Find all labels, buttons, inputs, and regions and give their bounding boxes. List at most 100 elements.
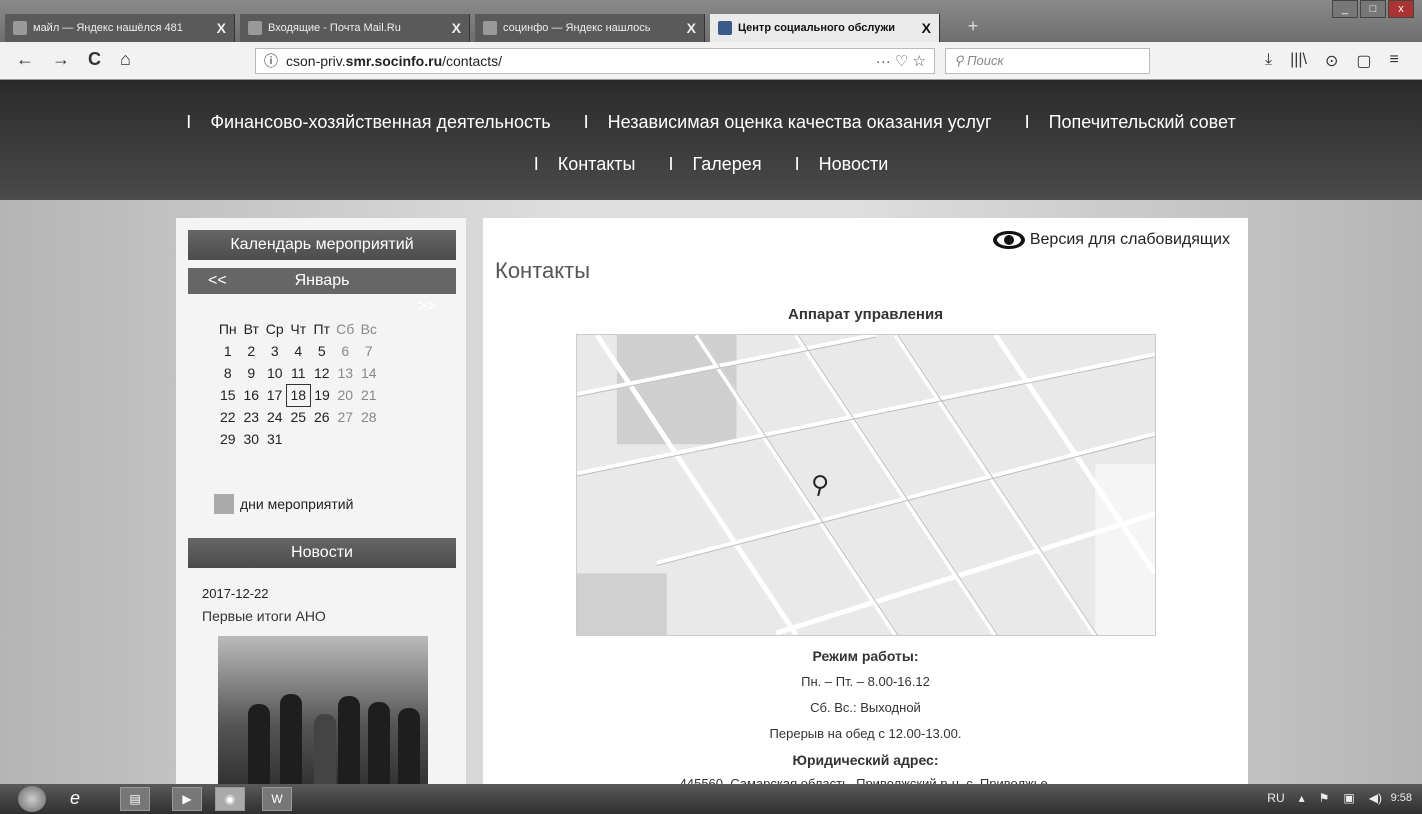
- tab-title: социнфо — Яндекс нашлось: [503, 22, 651, 34]
- calendar-day: [357, 428, 381, 450]
- menu-separator: I: [186, 112, 192, 132]
- menu-label: Контакты: [557, 154, 636, 174]
- search-placeholder: Поиск: [967, 53, 1004, 68]
- network-icon[interactable]: ▣: [1343, 791, 1354, 805]
- ie-icon[interactable]: e: [60, 787, 90, 811]
- downloads-icon[interactable]: ⤓: [1265, 51, 1272, 71]
- page-actions-icon[interactable]: ··· ♡ ☆: [876, 52, 926, 70]
- menu-item-quality[interactable]: I Независимая оценка качества оказания у…: [577, 112, 999, 132]
- calendar-day[interactable]: 5: [310, 340, 334, 362]
- tab-socinfo-search[interactable]: социнфо — Яндекс нашлось X: [475, 14, 705, 42]
- calendar-day[interactable]: 13: [334, 362, 358, 384]
- news-header: Новости: [188, 538, 456, 568]
- calendar-day[interactable]: 7: [357, 340, 381, 362]
- calendar-day[interactable]: 15: [216, 384, 240, 406]
- calendar-day[interactable]: 29: [216, 428, 240, 450]
- calendar-day[interactable]: 22: [216, 406, 240, 428]
- calendar-day[interactable]: 21: [357, 384, 381, 406]
- calendar-week: 22 23 24 25 26 27 28: [216, 406, 381, 428]
- calendar-day[interactable]: 14: [357, 362, 381, 384]
- minimize-icon[interactable]: _: [1332, 0, 1358, 18]
- sidebar-icon[interactable]: ▢: [1356, 51, 1371, 71]
- month-name: Январь: [294, 272, 350, 289]
- menu-label: Галерея: [692, 154, 762, 174]
- work-hours-weekend: Сб. Вс.: Выходной: [810, 700, 921, 715]
- sync-icon[interactable]: ⊙: [1325, 51, 1338, 71]
- calendar-day[interactable]: 18: [286, 383, 311, 407]
- location-map[interactable]: [576, 334, 1156, 636]
- home-icon[interactable]: ⌂: [120, 49, 131, 70]
- menu-item-finance[interactable]: I Финансово-хозяйственная деятельность: [179, 112, 557, 132]
- news-photo[interactable]: [218, 636, 428, 784]
- media-player-icon[interactable]: ▶: [172, 787, 202, 811]
- calendar-day[interactable]: 31: [263, 428, 287, 450]
- calendar-day[interactable]: 1: [216, 340, 240, 362]
- calendar-day[interactable]: 19: [310, 384, 334, 406]
- reload-icon[interactable]: C: [88, 49, 101, 70]
- prev-month-button[interactable]: <<: [208, 268, 227, 294]
- volume-icon[interactable]: ◀): [1369, 791, 1382, 805]
- back-icon[interactable]: ←: [16, 49, 34, 70]
- new-tab-button[interactable]: +: [958, 16, 988, 38]
- url-bar[interactable]: ⓘ cson-priv.smr.socinfo.ru/contacts/ ···…: [255, 48, 935, 74]
- close-window-icon[interactable]: x: [1388, 0, 1414, 18]
- calendar-day[interactable]: 27: [334, 406, 358, 428]
- start-button[interactable]: [18, 786, 46, 812]
- tab-close-icon[interactable]: X: [452, 20, 461, 36]
- work-hours-weekdays: Пн. – Пт. – 8.00-16.12: [801, 674, 930, 689]
- word-icon[interactable]: W: [262, 787, 292, 811]
- calendar-day[interactable]: 12: [310, 362, 334, 384]
- tab-yandex-mail-search[interactable]: майл — Яндекс нашёлся 481 X: [5, 14, 235, 42]
- calendar-day[interactable]: 20: [334, 384, 358, 406]
- low-vision-link[interactable]: Версия для слабовидящих: [992, 230, 1230, 250]
- calendar-day[interactable]: 17: [263, 384, 287, 406]
- tray-arrow-icon[interactable]: ▴: [1299, 791, 1305, 805]
- tab-close-icon[interactable]: X: [687, 20, 696, 36]
- calendar-day[interactable]: 26: [310, 406, 334, 428]
- maximize-icon[interactable]: □: [1360, 0, 1386, 18]
- calendar-day[interactable]: 24: [263, 406, 287, 428]
- calendar-day[interactable]: 23: [240, 406, 264, 428]
- explorer-icon[interactable]: ▤: [120, 787, 150, 811]
- tab-mail-inbox[interactable]: Входящие - Почта Mail.Ru X: [240, 14, 470, 42]
- action-center-flag-icon[interactable]: ⚑: [1319, 791, 1330, 805]
- news-headline-link[interactable]: Первые итоги АНО: [202, 608, 326, 624]
- calendar-day[interactable]: 6: [334, 340, 358, 362]
- photo-figure: [248, 704, 270, 784]
- tab-social-center[interactable]: Центр социального обслужи X: [710, 14, 940, 42]
- calendar-day[interactable]: 10: [263, 362, 287, 384]
- weekday-header: Сб: [336, 321, 355, 337]
- calendar-day[interactable]: 28: [357, 406, 381, 428]
- calendar-day[interactable]: 8: [216, 362, 240, 384]
- firefox-icon[interactable]: ◉: [215, 787, 245, 811]
- calendar-day[interactable]: 11: [287, 362, 311, 384]
- url-prefix: cson-priv.: [286, 53, 346, 69]
- os-taskbar: e ▤ ▶ ◉ W RU ▴ ⚑ ▣ ◀) 9:58: [0, 784, 1422, 814]
- calendar-day[interactable]: 2: [240, 340, 264, 362]
- menu-item-news[interactable]: I Новости: [788, 154, 896, 174]
- search-input[interactable]: ⚲ Поиск: [945, 48, 1150, 74]
- calendar-day[interactable]: 16: [240, 384, 264, 406]
- calendar-day[interactable]: 9: [240, 362, 264, 384]
- library-icon[interactable]: |||\: [1290, 51, 1307, 71]
- calendar-day[interactable]: 3: [263, 340, 287, 362]
- yandex-favicon-icon: [13, 21, 27, 35]
- calendar-day[interactable]: 30: [240, 428, 264, 450]
- language-indicator[interactable]: RU: [1267, 791, 1284, 805]
- calendar-day: [310, 428, 334, 450]
- tab-close-icon[interactable]: X: [922, 20, 931, 36]
- menu-item-contacts[interactable]: I Контакты: [527, 154, 643, 174]
- clock[interactable]: 9:58: [1391, 792, 1412, 804]
- system-tray: RU ▴ ⚑ ▣ ◀): [1267, 791, 1382, 805]
- menu-icon[interactable]: ≡: [1390, 51, 1399, 71]
- url-text[interactable]: cson-priv.smr.socinfo.ru/contacts/: [286, 53, 868, 69]
- menu-item-board[interactable]: I Попечительский совет: [1018, 112, 1243, 132]
- main-menu-row1: I Финансово-хозяйственная деятельность I…: [0, 112, 1422, 133]
- next-month-button[interactable]: >>: [417, 294, 436, 320]
- calendar-day[interactable]: 25: [287, 406, 311, 428]
- tab-close-icon[interactable]: X: [217, 20, 226, 36]
- forward-icon[interactable]: →: [52, 49, 70, 70]
- site-info-icon[interactable]: ⓘ: [264, 51, 278, 71]
- menu-item-gallery[interactable]: I Галерея: [662, 154, 769, 174]
- calendar-day[interactable]: 4: [287, 340, 311, 362]
